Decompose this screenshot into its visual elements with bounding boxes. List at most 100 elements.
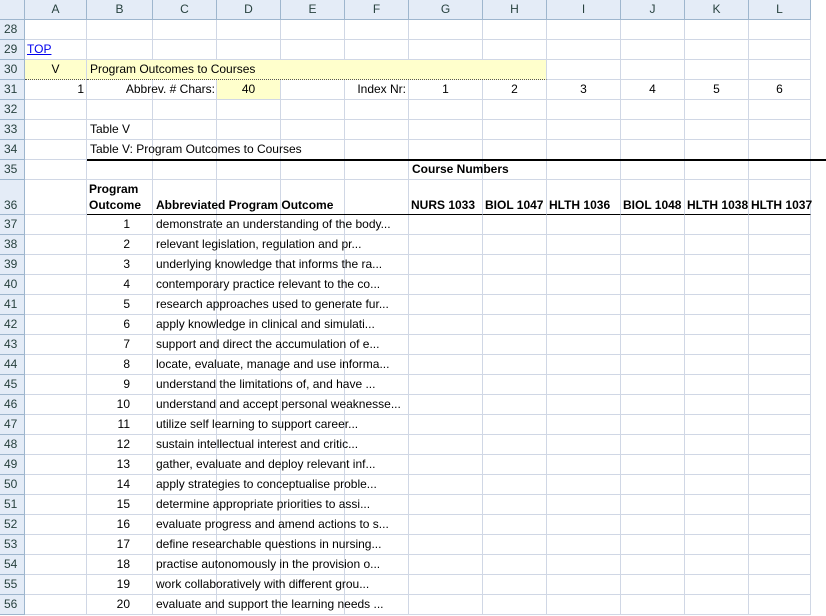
grid-cell[interactable] xyxy=(217,160,281,180)
row-header-53[interactable]: 53 xyxy=(0,535,25,555)
outcome-text[interactable]: utilize self learning to support career.… xyxy=(153,415,409,435)
grid-cell[interactable] xyxy=(25,535,87,555)
grid-cell[interactable] xyxy=(483,595,547,615)
grid-cell[interactable] xyxy=(483,455,547,475)
row-header-47[interactable]: 47 xyxy=(0,415,25,435)
grid-cell[interactable] xyxy=(547,255,621,275)
grid-cell[interactable] xyxy=(409,315,483,335)
outcome-number[interactable]: 9 xyxy=(87,375,153,395)
grid-cell[interactable] xyxy=(749,20,811,40)
grid-cell[interactable] xyxy=(281,80,345,100)
top-link[interactable]: TOP xyxy=(25,40,87,60)
grid-cell[interactable] xyxy=(749,575,811,595)
grid-cell[interactable] xyxy=(547,475,621,495)
grid-cell[interactable] xyxy=(547,20,621,40)
outcome-text[interactable]: locate, evaluate, manage and use informa… xyxy=(153,355,409,375)
row-header-32[interactable]: 32 xyxy=(0,100,25,120)
column-header-k[interactable]: K xyxy=(685,0,749,20)
grid-cell[interactable] xyxy=(685,475,749,495)
grid-cell[interactable] xyxy=(409,395,483,415)
grid-cell[interactable] xyxy=(749,515,811,535)
grid-cell[interactable] xyxy=(749,335,811,355)
grid-cell[interactable] xyxy=(749,355,811,375)
index-number-5[interactable]: 5 xyxy=(685,80,749,100)
grid-cell[interactable] xyxy=(685,495,749,515)
outcome-text[interactable]: understand and accept personal weaknesse… xyxy=(153,395,409,415)
grid-cell[interactable] xyxy=(621,535,685,555)
grid-cell[interactable] xyxy=(25,555,87,575)
outcome-number[interactable]: 5 xyxy=(87,295,153,315)
grid-cell[interactable] xyxy=(621,475,685,495)
grid-cell[interactable] xyxy=(483,515,547,535)
grid-cell[interactable] xyxy=(25,435,87,455)
grid-cell[interactable] xyxy=(621,60,685,80)
grid-cell[interactable] xyxy=(749,595,811,615)
grid-cell[interactable] xyxy=(547,215,621,235)
grid-cell[interactable] xyxy=(217,20,281,40)
grid-cell[interactable] xyxy=(25,180,87,215)
grid-cell[interactable] xyxy=(621,120,685,140)
row-header-38[interactable]: 38 xyxy=(0,235,25,255)
grid-cell[interactable] xyxy=(749,535,811,555)
outcome-number[interactable]: 8 xyxy=(87,355,153,375)
row-header-55[interactable]: 55 xyxy=(0,575,25,595)
grid-cell[interactable] xyxy=(685,435,749,455)
outcome-number[interactable]: 1 xyxy=(87,215,153,235)
outcome-text[interactable]: apply knowledge in clinical and simulati… xyxy=(153,315,409,335)
grid-cell[interactable] xyxy=(621,555,685,575)
grid-cell[interactable] xyxy=(483,295,547,315)
grid-cell[interactable] xyxy=(25,120,87,140)
grid-cell[interactable] xyxy=(547,375,621,395)
index-number-3[interactable]: 3 xyxy=(547,80,621,100)
grid-cell[interactable] xyxy=(87,20,153,40)
grid-cell[interactable] xyxy=(281,160,345,180)
grid-cell[interactable] xyxy=(547,275,621,295)
row-header-50[interactable]: 50 xyxy=(0,475,25,495)
outcome-text[interactable]: evaluate and support the learning needs … xyxy=(153,595,409,615)
grid-cell[interactable] xyxy=(749,160,811,180)
outcome-number[interactable]: 15 xyxy=(87,495,153,515)
row-header-36[interactable]: 36 xyxy=(0,180,25,215)
row-header-44[interactable]: 44 xyxy=(0,355,25,375)
grid-cell[interactable] xyxy=(685,355,749,375)
grid-cell[interactable] xyxy=(749,415,811,435)
outcome-text[interactable]: relevant legislation, regulation and pr.… xyxy=(153,235,409,255)
column-header-l[interactable]: L xyxy=(749,0,811,20)
grid-cell[interactable] xyxy=(25,335,87,355)
grid-cell[interactable] xyxy=(25,275,87,295)
grid-cell[interactable] xyxy=(685,335,749,355)
grid-cell[interactable] xyxy=(749,395,811,415)
grid-cell[interactable] xyxy=(281,40,345,60)
grid-cell[interactable] xyxy=(749,375,811,395)
grid-cell[interactable] xyxy=(547,120,621,140)
grid-cell[interactable] xyxy=(621,140,685,160)
grid-cell[interactable] xyxy=(749,40,811,60)
grid-cell[interactable] xyxy=(25,355,87,375)
column-header-b[interactable]: B xyxy=(87,0,153,20)
outcome-text[interactable]: determine appropriate priorities to assi… xyxy=(153,495,409,515)
outcome-text[interactable]: demonstrate an understanding of the body… xyxy=(153,215,409,235)
grid-cell[interactable] xyxy=(409,455,483,475)
column-header-e[interactable]: E xyxy=(281,0,345,20)
grid-cell[interactable] xyxy=(409,20,483,40)
outcome-text[interactable]: contemporary practice relevant to the co… xyxy=(153,275,409,295)
grid-cell[interactable] xyxy=(547,40,621,60)
grid-cell[interactable] xyxy=(547,555,621,575)
grid-cell[interactable] xyxy=(25,160,87,180)
outcome-text[interactable]: define researchable questions in nursing… xyxy=(153,535,409,555)
grid-cell[interactable] xyxy=(621,235,685,255)
column-header-f[interactable]: F xyxy=(345,0,409,20)
row-header-39[interactable]: 39 xyxy=(0,255,25,275)
grid-cell[interactable] xyxy=(483,255,547,275)
outcome-number[interactable]: 11 xyxy=(87,415,153,435)
grid-cell[interactable] xyxy=(25,215,87,235)
index-number-2[interactable]: 2 xyxy=(483,80,547,100)
grid-cell[interactable] xyxy=(25,455,87,475)
grid-cell[interactable] xyxy=(547,60,621,80)
row-header-52[interactable]: 52 xyxy=(0,515,25,535)
grid-cell[interactable] xyxy=(87,100,153,120)
grid-cell[interactable] xyxy=(217,40,281,60)
row-header-56[interactable]: 56 xyxy=(0,595,25,615)
grid-cell[interactable] xyxy=(483,395,547,415)
grid-cell[interactable] xyxy=(409,435,483,455)
